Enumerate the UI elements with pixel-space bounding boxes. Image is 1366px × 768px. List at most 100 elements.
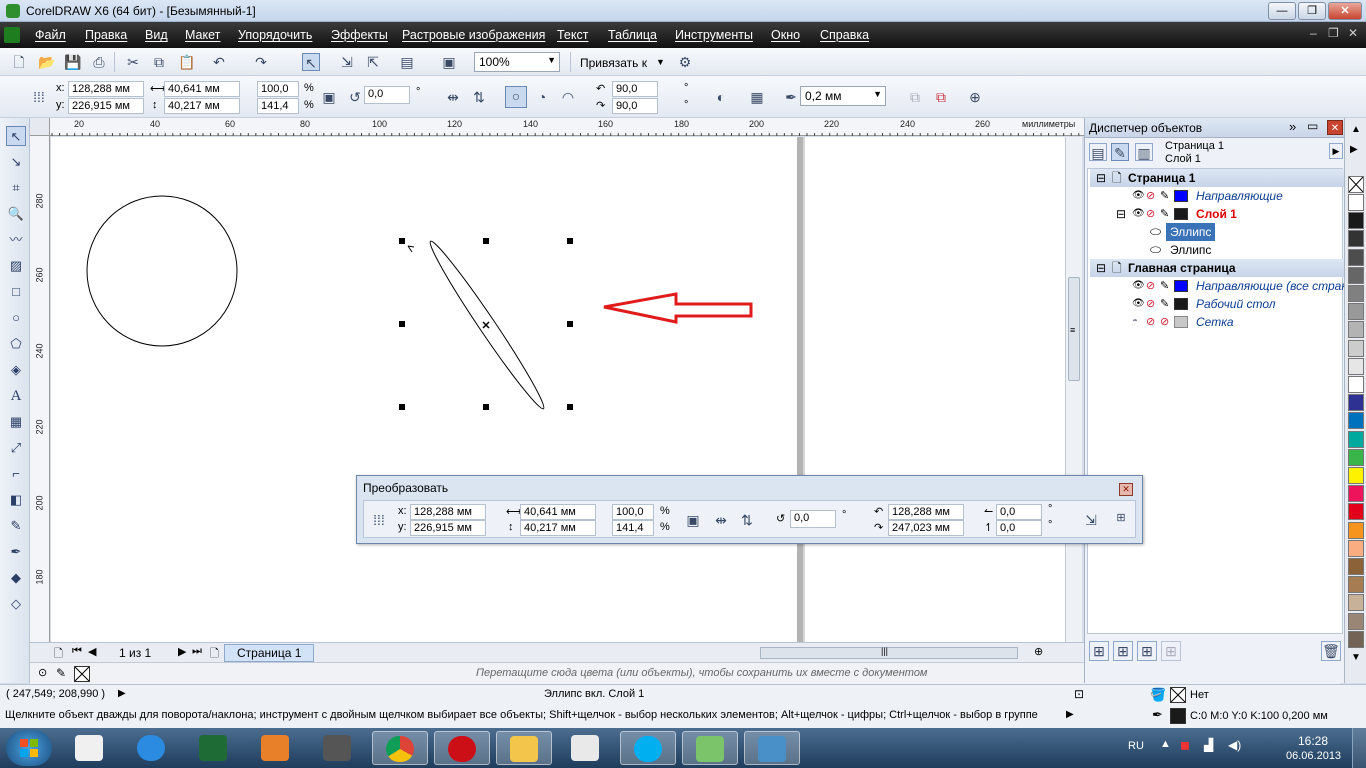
pencil-icon[interactable]: ✎: [1160, 205, 1169, 223]
dialog-scale-y-field[interactable]: 141,4: [612, 520, 654, 536]
color-swatch[interactable]: [1348, 558, 1364, 575]
redo-icon[interactable]: ↷: [252, 53, 270, 71]
pie-mode-icon[interactable]: ◔: [533, 88, 551, 106]
color-swatch[interactable]: [1348, 376, 1364, 393]
apply-to-duplicate-icon[interactable]: ⇲: [1082, 511, 1100, 529]
doc-minimize-icon[interactable]: –: [1310, 26, 1317, 40]
play-arrow-icon[interactable]: ▶: [118, 688, 126, 699]
reference-point-icon[interactable]: ⁞⁞⁞: [370, 511, 388, 529]
undo-icon[interactable]: ↶: [210, 53, 228, 71]
color-swatch[interactable]: [1348, 630, 1364, 648]
color-swatch[interactable]: [1348, 212, 1364, 230]
minimize-icon[interactable]: ▭: [1307, 119, 1318, 133]
print-disabled-icon[interactable]: ⊘: [1146, 187, 1155, 205]
tree-object-ellipse[interactable]: ⬭ Эллипс: [1090, 241, 1346, 259]
scale-y-field[interactable]: 141,4: [257, 98, 299, 114]
taskbar-mail[interactable]: [558, 731, 614, 765]
start-angle-field[interactable]: 90,0: [612, 81, 658, 97]
tree-master-page-header[interactable]: ⊟ 🗋 Главная страница: [1090, 259, 1346, 277]
polygon-tool-icon[interactable]: ⬠: [6, 334, 26, 354]
show-properties-icon[interactable]: ▤: [1089, 143, 1107, 161]
scale-x-field[interactable]: 100,0: [257, 81, 299, 97]
vertical-scrollbar[interactable]: ≡: [1065, 137, 1082, 642]
tree-layer-grid[interactable]: ◓ ⊘ ⊘ Сетка: [1090, 313, 1346, 331]
restore-button[interactable]: ❐: [1298, 2, 1326, 20]
rectangle-tool-icon[interactable]: □: [6, 282, 26, 302]
selection-handle[interactable]: [399, 404, 405, 410]
options-icon[interactable]: ⚙: [676, 53, 694, 71]
palette-scroll-up-icon[interactable]: ▲: [1351, 124, 1361, 135]
basic-shapes-tool-icon[interactable]: ◈: [6, 360, 26, 380]
interactive-fill-tool-icon[interactable]: ◇: [6, 594, 26, 614]
convert-to-curves-icon[interactable]: ⊕: [966, 88, 984, 106]
tree-layer-master-guides[interactable]: 👁 ⊘ ✎ Направляющие (все стран: [1090, 277, 1346, 295]
connector-tool-icon[interactable]: ⌐: [6, 464, 26, 484]
open-icon[interactable]: 📂: [38, 53, 56, 71]
menu-effects[interactable]: Эффекты: [331, 28, 388, 42]
color-proof-icon[interactable]: ⊡: [1074, 687, 1084, 701]
close-icon[interactable]: ✕: [1327, 120, 1343, 135]
tree-page-header[interactable]: ⊟ 🗋 Страница 1: [1090, 169, 1346, 187]
color-swatch[interactable]: [1348, 194, 1364, 211]
menu-tools[interactable]: Инструменты: [675, 28, 753, 42]
horizontal-scrollbar[interactable]: |||: [760, 646, 1018, 659]
next-page-icon[interactable]: ▶: [178, 645, 186, 658]
first-page-icon[interactable]: ⏮: [72, 645, 82, 658]
import-icon[interactable]: ⇲: [338, 53, 356, 71]
outline-tool-icon[interactable]: ✒: [6, 542, 26, 562]
zoom-tool-icon[interactable]: 🔍: [6, 204, 26, 224]
start-button[interactable]: [6, 730, 52, 766]
show-desktop-button[interactable]: [1352, 728, 1366, 768]
text-tool-icon[interactable]: A: [6, 386, 26, 406]
eye-hidden-icon[interactable]: ◓: [1132, 313, 1138, 331]
collapse-box-icon[interactable]: ⊟: [1096, 259, 1106, 277]
palette-scroll-down-icon[interactable]: ▼: [1351, 652, 1361, 663]
color-swatch[interactable]: [1348, 321, 1364, 339]
page-tab-1[interactable]: Страница 1: [224, 644, 315, 662]
no-color-swatch[interactable]: [74, 666, 90, 682]
taskbar-skype[interactable]: [620, 731, 676, 765]
dialog-y-field[interactable]: 226,915 мм: [410, 520, 486, 536]
welcome-screen-icon[interactable]: ▣: [440, 53, 458, 71]
print-icon[interactable]: ⎙: [90, 53, 108, 71]
shape-tool-icon[interactable]: ↘: [6, 152, 26, 172]
selection-handle[interactable]: [399, 321, 405, 327]
selection-handle[interactable]: [399, 238, 405, 244]
new-master-layer-icon[interactable]: ⊞: [1113, 641, 1133, 661]
selection-handle[interactable]: [567, 321, 573, 327]
menu-window[interactable]: Окно: [771, 28, 800, 42]
y-position-field[interactable]: 226,915 мм: [68, 98, 144, 114]
eyedropper-icon[interactable]: ✎: [56, 666, 66, 680]
color-swatch[interactable]: [1348, 430, 1364, 448]
prev-page-icon[interactable]: ◀: [88, 645, 96, 658]
selection-handle[interactable]: [567, 238, 573, 244]
taskbar-excel[interactable]: [186, 731, 242, 765]
layer-color-swatch[interactable]: [1174, 208, 1188, 220]
last-page-icon[interactable]: ⏭: [192, 645, 202, 658]
freehand-tool-icon[interactable]: 〰: [6, 230, 26, 250]
export-icon[interactable]: ⇱: [364, 53, 382, 71]
vertical-ruler[interactable]: 280 260 240 220 200 180: [30, 136, 50, 642]
color-swatch[interactable]: [1348, 594, 1364, 612]
mirror-vertical-icon[interactable]: ⇅: [738, 511, 756, 529]
eye-icon[interactable]: 👁: [1132, 205, 1145, 223]
pick-tool-icon[interactable]: ↖: [6, 126, 26, 146]
selection-handle[interactable]: [483, 238, 489, 244]
edit-across-layers-icon[interactable]: ✎: [1111, 143, 1129, 161]
dialog-center-x-field[interactable]: 128,288 мм: [888, 504, 964, 520]
pencil-icon[interactable]: ✎: [1160, 277, 1169, 295]
application-launcher-icon[interactable]: ▤: [398, 53, 416, 71]
mirror-horizontal-icon[interactable]: ⇹: [712, 511, 730, 529]
pencil-icon[interactable]: ✎: [1160, 295, 1169, 313]
rotation-field[interactable]: 0,0: [364, 86, 410, 104]
tree-layer-desktop[interactable]: 👁 ⊘ ✎ Рабочий стол: [1090, 295, 1346, 313]
dialog-height-field[interactable]: 40,217 мм: [520, 520, 596, 536]
taskbar-projector[interactable]: [310, 731, 366, 765]
width-field[interactable]: 40,641 мм: [164, 81, 240, 97]
layer-manager-view-icon[interactable]: ▥: [1135, 143, 1153, 161]
color-swatch[interactable]: [1348, 485, 1364, 503]
color-swatch[interactable]: [1348, 248, 1364, 266]
taskbar-opera[interactable]: [434, 731, 490, 765]
ruler-origin[interactable]: [30, 118, 50, 136]
menu-bitmaps[interactable]: Растровые изображения: [402, 28, 545, 42]
